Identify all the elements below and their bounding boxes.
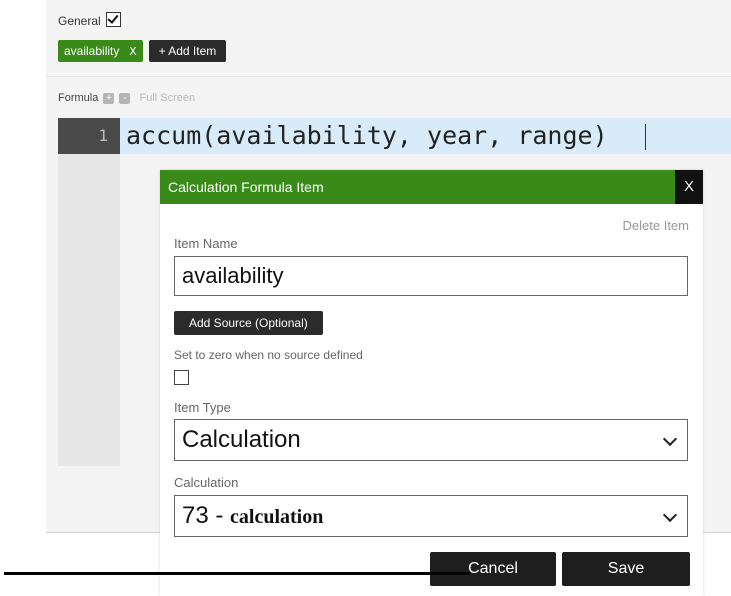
tag-label: availability	[64, 44, 120, 58]
zero-source-checkbox[interactable]	[174, 370, 189, 385]
tag-remove-button[interactable]: X	[129, 45, 136, 59]
chevron-down-icon	[662, 431, 678, 447]
item-name-label: Item Name	[174, 236, 238, 251]
item-type-label: Item Type	[174, 400, 231, 415]
zoom-in-button[interactable]: +	[103, 93, 115, 104]
dialog-title: Calculation Formula Item	[168, 179, 324, 195]
calculation-formula-item-dialog: Calculation Formula Item X Delete Item I…	[160, 170, 703, 596]
calculation-label: Calculation	[174, 475, 239, 490]
fullscreen-link[interactable]: Full Screen	[140, 92, 196, 104]
line-number: 1	[98, 126, 108, 145]
code-text[interactable]: accum(availability, year, range)	[126, 118, 608, 154]
divider	[46, 76, 731, 77]
general-row: General	[58, 12, 122, 28]
zoom-out-button[interactable]: -	[119, 93, 131, 104]
close-button[interactable]: X	[675, 170, 703, 204]
annotation-line	[4, 572, 470, 575]
tag-availability[interactable]: availability X	[58, 40, 143, 62]
calculation-value: 73 - calculation	[182, 496, 323, 537]
save-button[interactable]: Save	[562, 552, 690, 586]
item-name-input[interactable]: availability	[174, 256, 688, 296]
formula-toolbar: Formula + - Full Screen	[58, 92, 195, 104]
item-name-value: availability	[182, 263, 284, 288]
editor-gutter	[58, 118, 120, 466]
formula-label: Formula	[58, 92, 99, 104]
general-label: General	[58, 14, 101, 28]
item-type-value: Calculation	[182, 426, 301, 453]
delete-item-link[interactable]: Delete Item	[623, 218, 689, 233]
zero-source-label: Set to zero when no source defined	[174, 348, 363, 362]
add-item-button[interactable]: + Add Item	[148, 40, 227, 62]
tag-list: availability X + Add Item	[58, 40, 227, 62]
item-type-select[interactable]: Calculation	[174, 419, 688, 461]
add-source-button[interactable]: Add Source (Optional)	[174, 311, 323, 335]
dialog-header: Calculation Formula Item X	[160, 170, 703, 204]
chevron-down-icon	[662, 507, 678, 523]
calculation-value-number: 73 -	[182, 502, 231, 529]
general-checkbox[interactable]	[106, 12, 122, 27]
calculation-select[interactable]: 73 - calculation	[174, 495, 688, 537]
calculation-value-name: calculation	[230, 506, 324, 528]
cancel-button[interactable]: Cancel	[430, 552, 556, 586]
text-cursor	[645, 124, 646, 150]
